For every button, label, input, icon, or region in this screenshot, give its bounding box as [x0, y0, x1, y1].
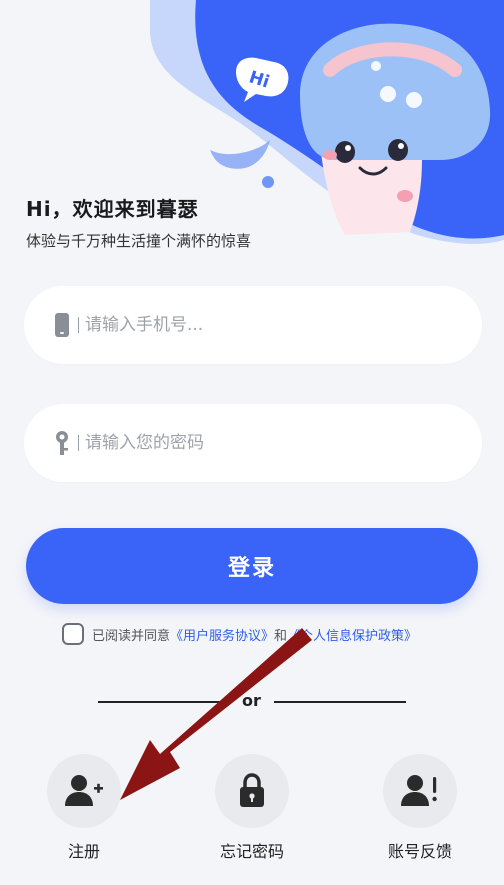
phone-field[interactable]: [24, 286, 482, 364]
user-alert-icon: [401, 775, 437, 806]
feedback-action[interactable]: 账号反馈: [375, 754, 465, 862]
or-divider: or: [98, 688, 406, 718]
greeting-subtitle: 体验与千万种生活撞个满怀的惊喜: [26, 232, 252, 250]
login-button[interactable]: 登录: [26, 528, 478, 604]
register-action[interactable]: 注册: [39, 754, 129, 862]
divider-line-right: [274, 701, 406, 703]
phone-icon: [52, 310, 72, 340]
add-user-icon: [65, 775, 103, 806]
register-button[interactable]: [47, 754, 121, 828]
key-icon: [52, 428, 72, 458]
phone-input[interactable]: [85, 315, 425, 335]
agreement-row: 已阅读并同意 《用户服务协议》 和 《个人信息保护政策》: [62, 623, 417, 645]
lock-icon: [240, 773, 264, 807]
agreement-and: 和: [274, 628, 288, 644]
privacy-policy-link[interactable]: 《个人信息保护政策》: [287, 625, 417, 644]
or-text: or: [242, 691, 261, 710]
agreement-prefix: 已阅读并同意: [92, 628, 171, 644]
agreement-checkbox[interactable]: [62, 623, 84, 645]
forgot-password-label: 忘记密码: [219, 842, 284, 861]
feedback-label: 账号反馈: [387, 842, 452, 861]
user-agreement-link[interactable]: 《用户服务协议》: [170, 625, 274, 644]
text-caret: [78, 317, 79, 333]
register-label: 注册: [67, 842, 100, 861]
forgot-password-button[interactable]: [215, 754, 289, 828]
feedback-button[interactable]: [383, 754, 457, 828]
forgot-password-action[interactable]: 忘记密码: [207, 754, 297, 862]
password-input[interactable]: [85, 433, 425, 453]
text-caret: [78, 435, 79, 451]
divider-line-left: [98, 701, 230, 703]
password-field[interactable]: [24, 404, 482, 482]
greeting-title: Hi，欢迎来到暮瑟: [26, 197, 199, 221]
